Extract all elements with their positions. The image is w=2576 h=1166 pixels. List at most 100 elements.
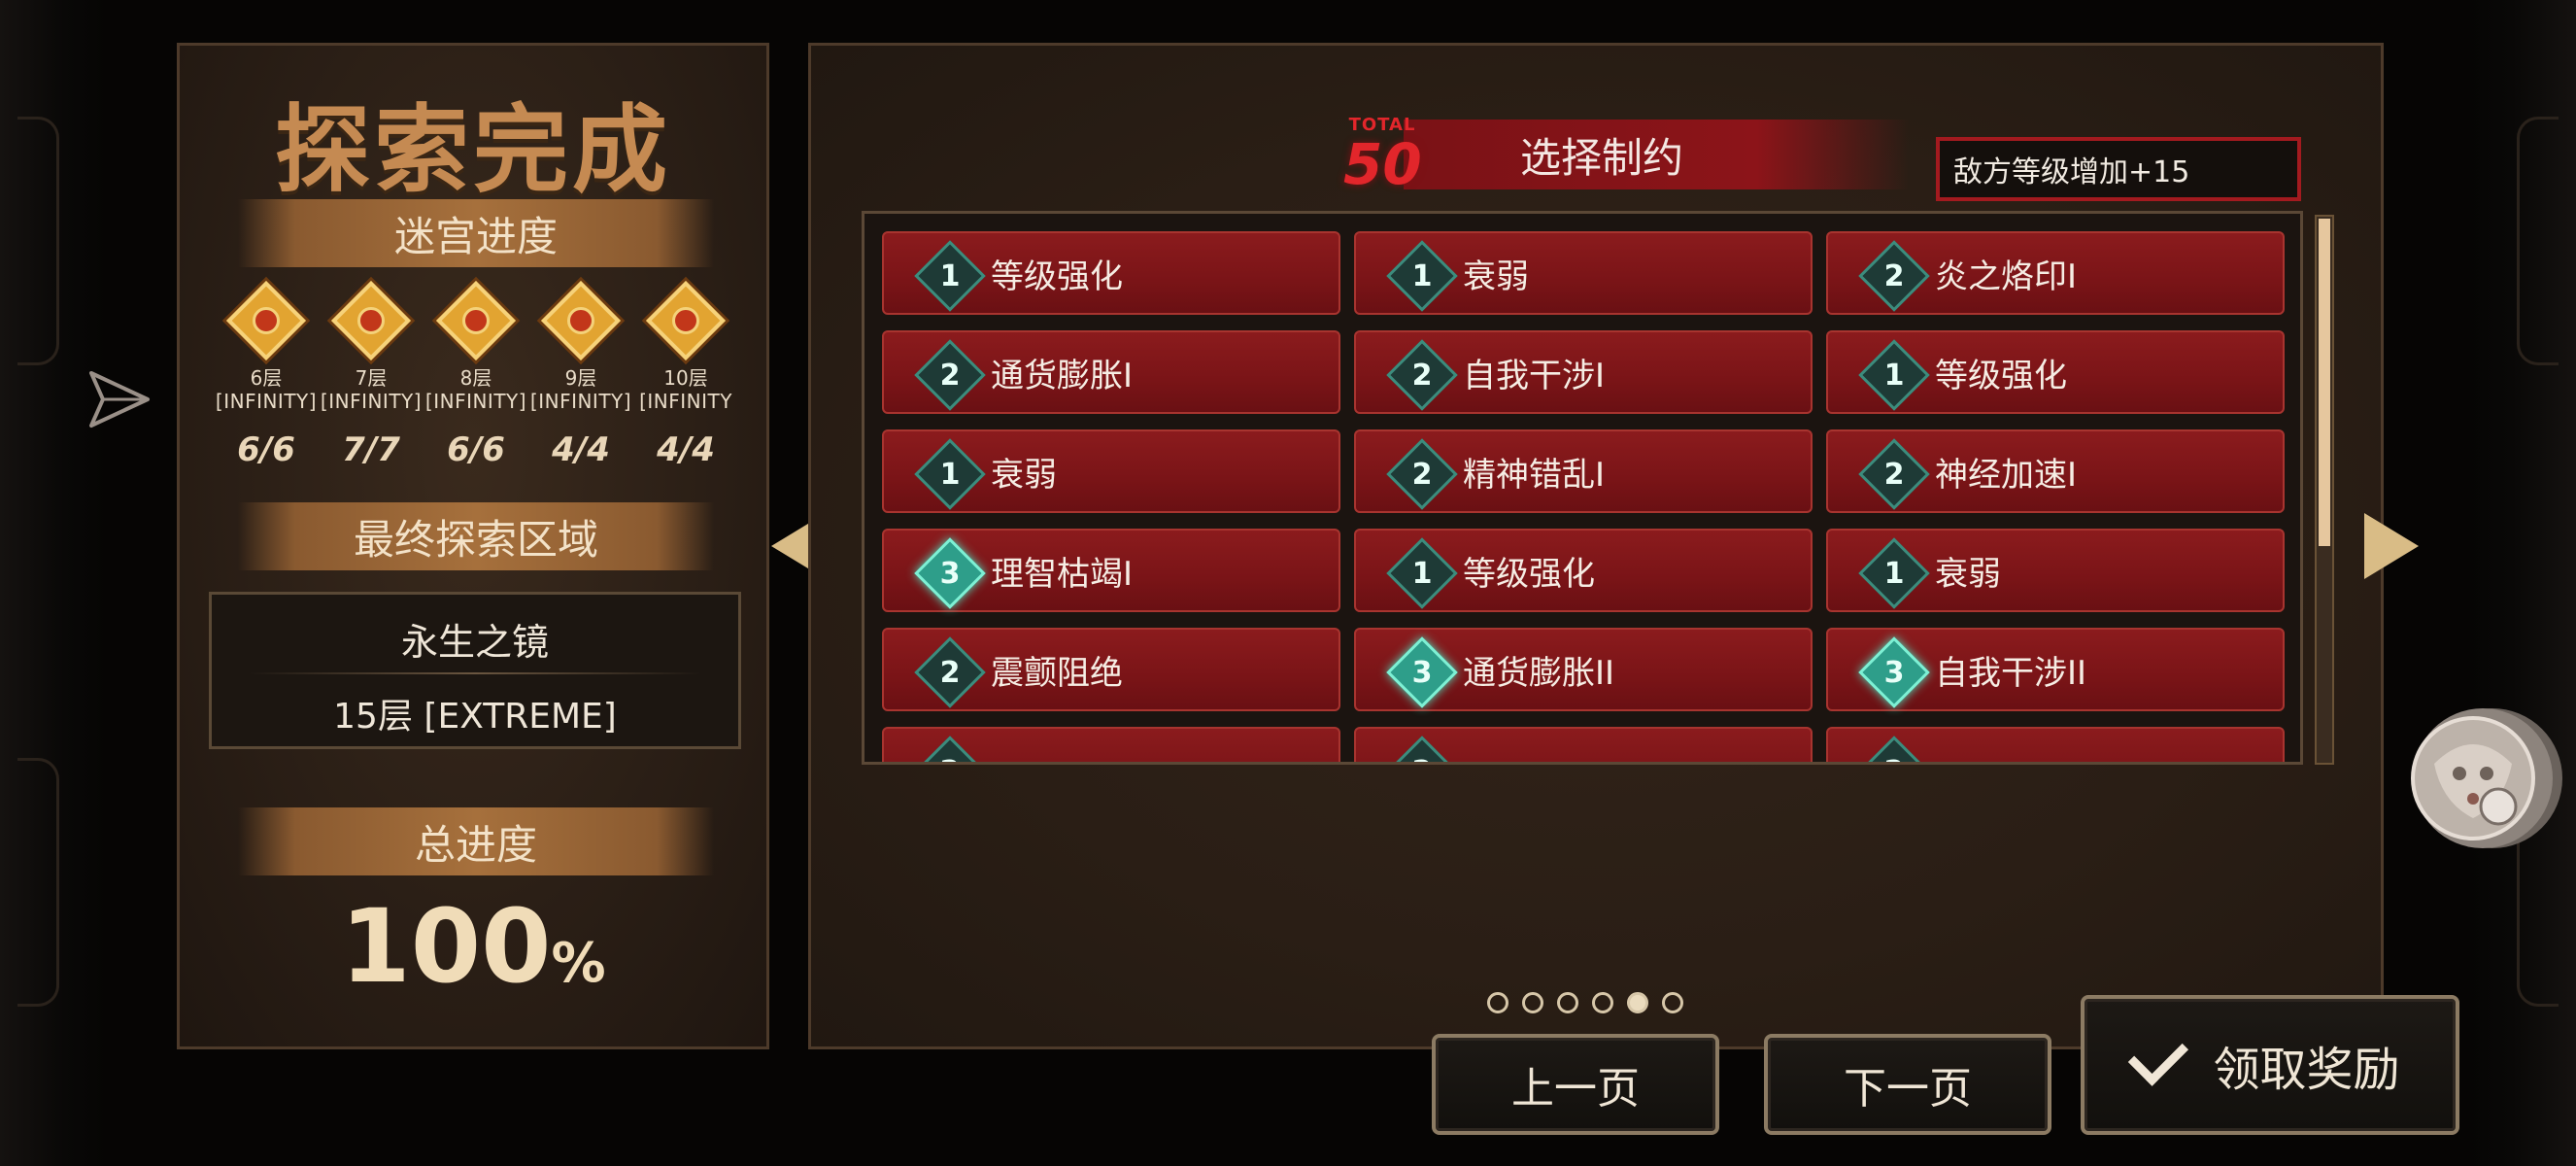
constraint-card[interactable]: 3 理智枯竭I (882, 529, 1340, 612)
final-area-header: 最终探索区域 (238, 502, 714, 570)
check-icon (2128, 1024, 2189, 1086)
send-icon[interactable] (85, 365, 153, 433)
page-dot[interactable] (1522, 992, 1543, 1013)
constraint-card[interactable]: 2 (882, 727, 1340, 763)
medal-icon (225, 280, 307, 361)
constraint-card[interactable]: 2 炎之烙印I (1826, 231, 2285, 315)
arrow-right-icon[interactable] (2364, 513, 2419, 579)
constraint-label: 等级强化 (1463, 554, 1595, 594)
constraint-label: 自我干涉I (1463, 356, 1606, 395)
floor-mode: [INFINITY (639, 390, 732, 413)
floor-mode: [INFINITY] (215, 390, 318, 413)
constraint-card[interactable]: 2 通货膨胀I (882, 330, 1340, 414)
constraint-label: 通货膨胀I (991, 356, 1134, 395)
constraint-card[interactable]: 1 衰弱 (1354, 231, 1813, 315)
maze-progress-header: 迷宫进度 (238, 199, 714, 267)
constraint-list[interactable]: 1 等级强化 1 衰弱 2 炎之烙印I 2 通货膨胀I 2 自我干涉I 1 等级强化 1 衰弱 2 精神错乱I… (862, 211, 2303, 765)
floor-mode: [INFINITY] (529, 390, 632, 413)
constraint-label: 炎之烙印I (1935, 257, 2078, 296)
floor-name: 7层 (355, 366, 388, 390)
constraint-card[interactable]: 2 神经加速I (1826, 429, 2285, 513)
left-frame-edge (0, 0, 107, 1166)
medal-icon (645, 280, 727, 361)
floor-name: 10层 (663, 366, 708, 390)
constraint-level: 2 (939, 655, 961, 690)
final-area-box: 永生之镜 15层 [EXTREME] (209, 592, 741, 749)
constraint-level: 1 (1883, 556, 1905, 591)
constraint-level: 1 (939, 457, 961, 492)
constraint-card[interactable]: 2 (1826, 727, 2285, 763)
constraint-level: 2 (1883, 457, 1905, 492)
constraint-card[interactable]: 3 自我干涉II (1826, 628, 2285, 711)
floor-mode: [INFINITY] (424, 390, 527, 413)
floor-count: 7/7 (342, 430, 400, 469)
right-frame-edge (2469, 0, 2576, 1166)
constraint-card[interactable]: 1 等级强化 (1354, 529, 1813, 612)
constraint-card[interactable]: 2 精神错乱I (1354, 429, 1813, 513)
prev-page-button[interactable]: 上一页 (1432, 1034, 1719, 1135)
divider (249, 672, 701, 674)
constraint-level: 2 (939, 358, 961, 393)
page-dot[interactable] (1557, 992, 1578, 1013)
constraint-label: 衰弱 (991, 455, 1057, 495)
constraint-label: 等级强化 (991, 257, 1123, 296)
page-title: 探索完成 (274, 95, 671, 206)
page-dot[interactable] (1487, 992, 1508, 1013)
constraint-level: 3 (939, 556, 961, 591)
constraint-level: 2 (1397, 746, 1447, 763)
medal-icon (330, 280, 412, 361)
constraint-level: 3 (1883, 655, 1905, 690)
claim-reward-button[interactable]: 领取奖励 (2081, 995, 2459, 1135)
constraint-label: 理智枯竭I (991, 554, 1134, 594)
floor-name: 9层 (564, 366, 597, 390)
assistant-avatar-icon[interactable] (2390, 705, 2570, 851)
frame-ornament (2517, 117, 2559, 365)
page-dot[interactable] (1662, 992, 1683, 1013)
constraint-card[interactable]: 1 等级强化 (1826, 330, 2285, 414)
constraint-card[interactable]: 2 自我干涉I (1354, 330, 1813, 414)
constraint-card[interactable]: 1 等级强化 (882, 231, 1340, 315)
enemy-level-box: 敌方等级增加+15 (1936, 137, 2301, 201)
floor-item: 9层 [INFINITY] 4/4 (528, 280, 633, 469)
constraint-header: 选择制约 (1404, 120, 1909, 189)
constraint-label: 衰弱 (1463, 257, 1529, 296)
total-badge: TOTAL 50 (1343, 116, 1422, 197)
scrollbar-thumb[interactable] (2319, 219, 2330, 546)
constraint-label: 神经加速I (1935, 455, 2078, 495)
total-progress-number: 100 (340, 887, 552, 1006)
floor-count: 4/4 (657, 430, 715, 469)
constraint-card[interactable]: 3 通货膨胀II (1354, 628, 1813, 711)
frame-ornament (17, 758, 59, 1007)
constraint-label: 震颤阻绝 (991, 653, 1123, 693)
constraint-card[interactable]: 2 震颤阻绝 (882, 628, 1340, 711)
scrollbar[interactable] (2315, 215, 2334, 765)
floor-item: 7层 [INFINITY] 7/7 (319, 280, 424, 469)
total-value: 50 (1343, 131, 1422, 197)
summary-panel: 探索完成 迷宫进度 6层 [INFINITY] 6/6 7层 [INFINITY… (177, 43, 769, 1049)
constraint-grid: 1 等级强化 1 衰弱 2 炎之烙印I 2 通货膨胀I 2 自我干涉I 1 等级强化 1 衰弱 2 精神错乱I… (882, 231, 2285, 763)
floor-item: 8层 [INFINITY] 6/6 (424, 280, 528, 469)
medal-icon (540, 280, 622, 361)
constraint-label: 精神错乱I (1463, 455, 1606, 495)
constraint-panel: 选择制约 TOTAL 50 敌方等级增加+15 1 等级强化 1 衰弱 2 炎之烙印I 2 通… (808, 43, 2384, 1049)
floor-count: 4/4 (552, 430, 610, 469)
constraint-level: 2 (925, 746, 975, 763)
constraint-level: 3 (1411, 655, 1433, 690)
page-indicator (1487, 992, 1683, 1013)
constraint-label: 等级强化 (1935, 356, 2067, 395)
constraint-level: 1 (939, 258, 961, 293)
next-page-button[interactable]: 下一页 (1764, 1034, 2051, 1135)
constraint-level: 2 (1869, 746, 1919, 763)
page-dot[interactable] (1627, 992, 1648, 1013)
floor-count: 6/6 (447, 430, 505, 469)
constraint-card[interactable]: 1 衰弱 (1826, 529, 2285, 612)
total-progress-header: 总进度 (238, 807, 714, 875)
constraint-card[interactable]: 1 衰弱 (882, 429, 1340, 513)
page-dot[interactable] (1592, 992, 1613, 1013)
floor-item: 6层 [INFINITY] 6/6 (214, 280, 319, 469)
floor-name: 8层 (459, 366, 492, 390)
final-area-name: 永生之镜 (400, 621, 549, 664)
floor-item: 10层 [INFINITY 4/4 (633, 280, 738, 469)
floor-mode: [INFINITY] (320, 390, 423, 413)
constraint-card[interactable]: 2 (1354, 727, 1813, 763)
